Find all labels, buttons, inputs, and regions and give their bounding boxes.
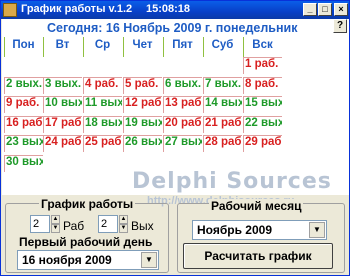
calendar-day-cell: 16 раб.: [4, 115, 43, 133]
calendar-day-cell: 2 вых.: [4, 76, 43, 94]
calendar-panel: Сегодня: 16 Ноябрь 2009 г. понедельник ?…: [2, 19, 349, 207]
app-icon: [3, 3, 17, 17]
app-window: График работы v.1.2 15:08:18 _ □ × Сегод…: [0, 0, 350, 276]
work-days-label: Раб: [63, 219, 85, 233]
dropdown-arrow-icon[interactable]: ▼: [141, 252, 157, 268]
title-bar[interactable]: График работы v.1.2 15:08:18 _ □ ×: [1, 1, 349, 19]
month-group-title: Рабочий месяц: [209, 199, 304, 213]
calendar-day-cell: 22 вых.: [243, 115, 282, 133]
calendar-day-cell: 19 вых.: [123, 115, 162, 133]
day-header: Пон: [12, 39, 35, 51]
watermark-title: Delphi Sources: [132, 169, 332, 194]
month-value: Ноябрь 2009: [197, 223, 272, 237]
calendar-day-cell: 20 раб.: [163, 115, 202, 133]
calendar-day-cell: 5 раб.: [123, 76, 162, 94]
spin-down-icon[interactable]: ▼: [51, 224, 60, 233]
calendar-day-cell: 21 раб.: [203, 115, 242, 133]
calculate-button[interactable]: Расчитать график: [183, 243, 333, 269]
calendar-day-cell: 7 вых.: [203, 76, 242, 94]
day-header: Пят: [172, 39, 193, 51]
close-button[interactable]: ×: [334, 3, 348, 16]
calendar-day-cell: 28 раб.: [203, 135, 242, 152]
day-header: Вт: [55, 39, 70, 51]
work-days-spinner[interactable]: 2: [30, 215, 50, 233]
calendar-day-cell: 29 раб.: [243, 135, 282, 152]
calendar-day-cell: 3 вых.: [43, 76, 82, 94]
off-days-label: Вых: [131, 219, 154, 233]
help-button[interactable]: ?: [333, 19, 347, 33]
calendar-day-cell: 18 вых.: [83, 115, 122, 133]
dropdown-arrow-icon[interactable]: ▼: [309, 222, 325, 238]
maximize-button[interactable]: □: [318, 3, 332, 16]
window-title: График работы v.1.2: [21, 3, 133, 15]
first-day-label: Первый рабочий день: [19, 235, 153, 249]
calendar-day-cell: 15 вых.: [243, 96, 282, 113]
calendar-day-cell: 26 вых.: [123, 135, 162, 152]
calendar-day-cell: 12 раб.: [123, 96, 162, 113]
calendar-day-cell: 24 раб.: [43, 135, 82, 152]
day-header: Чет: [132, 39, 153, 51]
minimize-button[interactable]: _: [303, 3, 317, 16]
calendar-day-cell: 8 раб.: [243, 76, 282, 94]
day-header: Вск: [252, 39, 273, 51]
day-header: Суб: [211, 39, 234, 51]
spin-up-icon[interactable]: ▲: [119, 215, 128, 224]
spin-down-icon[interactable]: ▼: [119, 224, 128, 233]
calendar-day-cell: 4 раб.: [83, 76, 122, 94]
calendar-day-cell: 6 вых.: [163, 76, 202, 94]
calendar-day-cell: 17 раб.: [43, 115, 82, 133]
schedule-group-title: График работы: [39, 197, 136, 211]
calendar-day-cell: 14 вых.: [203, 96, 242, 113]
calendar-day-cell: 9 раб.: [4, 96, 43, 113]
off-days-spinner[interactable]: 2: [98, 215, 118, 233]
first-day-value: 16 ноября 2009: [22, 253, 112, 267]
calendar-day-cell: 25 раб.: [83, 135, 122, 152]
spin-up-icon[interactable]: ▲: [51, 215, 60, 224]
calendar-day-cell: 27 вых.: [163, 135, 202, 152]
day-header: Ср: [94, 39, 111, 51]
calendar-day-cell: 10 вых.: [43, 96, 82, 113]
calendar-day-cell: 13 раб.: [163, 96, 202, 113]
today-label: Сегодня: 16 Ноябрь 2009 г. понедельник: [47, 21, 298, 35]
title-clock: 15:08:18: [146, 3, 191, 15]
calendar-day-cell: 30 вых.: [4, 154, 43, 172]
month-select[interactable]: Ноябрь 2009 ▼: [192, 220, 327, 240]
calendar-day-cell: 1 раб.: [243, 57, 282, 74]
first-day-datepicker[interactable]: 16 ноября 2009 ▼: [17, 250, 159, 270]
off-days-spin-buttons[interactable]: ▲ ▼: [119, 215, 128, 233]
calendar-day-cell: 23 вых.: [4, 135, 43, 152]
calendar-day-cell: 11 вых.: [83, 96, 122, 113]
work-days-spin-buttons[interactable]: ▲ ▼: [51, 215, 60, 233]
